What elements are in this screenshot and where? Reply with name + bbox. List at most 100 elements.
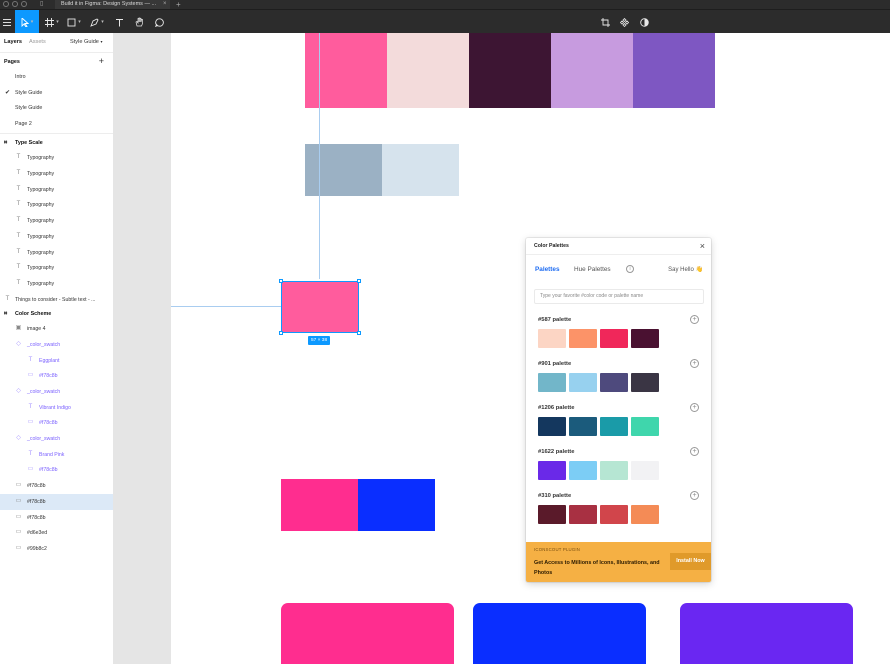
type-scale-layer[interactable]: ⌗ Type Scale	[0, 136, 113, 150]
hand-tool-button[interactable]	[132, 10, 146, 34]
tab-palettes[interactable]: Palettes	[535, 266, 560, 273]
palette-color-swatch[interactable]	[600, 417, 628, 436]
text-tool-button[interactable]	[112, 10, 126, 34]
palette-color-swatch[interactable]	[569, 329, 597, 348]
palette-color-swatch[interactable]	[569, 417, 597, 436]
tab-assets[interactable]: Assets	[29, 39, 46, 45]
minimize-window-icon[interactable]	[12, 1, 18, 7]
add-palette-icon[interactable]: +	[690, 491, 699, 500]
swatch-lavender[interactable]	[551, 33, 633, 108]
palette-color-swatch[interactable]	[569, 505, 597, 524]
add-palette-icon[interactable]: +	[690, 315, 699, 324]
layer-row[interactable]: ◇ _color_swatch	[0, 384, 113, 400]
palette-color-swatch[interactable]	[600, 373, 628, 392]
palette-card[interactable]: #1206 palette +	[534, 403, 704, 439]
palette-card[interactable]: #587 palette +	[534, 315, 704, 351]
resize-handle-ne[interactable]	[357, 279, 361, 283]
swatch-blue[interactable]	[358, 479, 435, 531]
layer-row[interactable]: ▭ #99b8c2	[0, 541, 113, 557]
say-hello-link[interactable]: Say Hello 👋	[668, 266, 703, 273]
new-tab-icon[interactable]: +	[176, 0, 181, 9]
layer-row[interactable]: T Typography	[0, 245, 113, 261]
comment-tool-button[interactable]	[152, 10, 166, 34]
page-dropdown[interactable]: Style Guide ▾	[70, 39, 103, 45]
contrast-icon[interactable]	[637, 10, 651, 34]
layer-row[interactable]: T Typography	[0, 213, 113, 229]
resize-handle-se[interactable]	[357, 331, 361, 335]
palette-color-swatch[interactable]	[631, 461, 659, 480]
palette-search-input[interactable]: Type your favorite #color code or palett…	[534, 289, 704, 304]
layer-row[interactable]: T Typography	[0, 229, 113, 245]
add-palette-icon[interactable]: +	[690, 403, 699, 412]
info-icon[interactable]: i	[626, 265, 634, 273]
palette-color-swatch[interactable]	[631, 329, 659, 348]
layer-row[interactable]: T Eggplant	[0, 353, 113, 369]
palette-color-swatch[interactable]	[600, 505, 628, 524]
add-palette-icon[interactable]: +	[690, 447, 699, 456]
layer-row[interactable]: T Brand Pink	[0, 447, 113, 463]
tab-close-icon[interactable]: ×	[163, 0, 167, 9]
swatch-pink[interactable]	[305, 33, 387, 108]
palette-color-swatch[interactable]	[631, 373, 659, 392]
page-item[interactable]: Intro	[0, 69, 113, 85]
layer-row[interactable]: ▭ #d6e3ed	[0, 525, 113, 541]
page-item[interactable]: Page 2	[0, 116, 113, 132]
layer-row[interactable]: ◇ _color_swatch	[0, 431, 113, 447]
palette-card[interactable]: #310 palette +	[534, 491, 704, 527]
canvas[interactable]: 57 × 38 Color Palettes × Palettes Hue Pa…	[114, 33, 890, 664]
selected-rectangle[interactable]	[279, 279, 361, 335]
palette-color-swatch[interactable]	[600, 461, 628, 480]
palette-color-swatch[interactable]	[538, 461, 566, 480]
layer-row[interactable]: ▭ #f78c8b	[0, 510, 113, 526]
shape-tool-button[interactable]: ▾	[65, 10, 83, 34]
layer-row[interactable]: ▭ #f78c8b	[0, 493, 113, 510]
move-tool-button[interactable]: ▾	[15, 10, 39, 34]
palette-color-swatch[interactable]	[538, 373, 566, 392]
crop-icon[interactable]	[598, 10, 612, 34]
color-scheme-layer[interactable]: ⌗ Color Scheme	[0, 307, 113, 321]
layer-row[interactable]: T Typography	[0, 197, 113, 213]
card-blue[interactable]	[473, 603, 646, 664]
layer-row[interactable]: ▭ #f78c8b	[0, 368, 113, 384]
swatch-pale-blue[interactable]	[382, 144, 459, 196]
tab-layers[interactable]: Layers	[4, 39, 22, 45]
palette-card[interactable]: #1622 palette +	[534, 447, 704, 483]
layer-row[interactable]: T Vibrant Indigo	[0, 400, 113, 416]
resize-handle-sw[interactable]	[279, 331, 283, 335]
layer-row[interactable]: T Typography	[0, 260, 113, 276]
maximize-window-icon[interactable]	[21, 1, 27, 7]
swatch-blush[interactable]	[387, 33, 469, 108]
layer-row[interactable]: ▭ #f78c8b	[0, 462, 113, 478]
layer-row[interactable]: ▭ #f78c8b	[0, 415, 113, 431]
frame-tool-button[interactable]: ▾	[43, 10, 61, 34]
layer-row[interactable]: T Typography	[0, 182, 113, 198]
document-tab[interactable]: Build it in Figma: Design Systems — ...	[55, 0, 170, 9]
swatch-slate[interactable]	[305, 144, 382, 196]
component-icon[interactable]	[617, 10, 631, 34]
layer-row[interactable]: T Typography	[0, 150, 113, 166]
card-hot-pink[interactable]	[281, 603, 454, 664]
page-item[interactable]: Style Guide	[0, 100, 113, 116]
palette-color-swatch[interactable]	[538, 329, 566, 348]
close-window-icon[interactable]	[3, 1, 9, 7]
palette-color-swatch[interactable]	[569, 373, 597, 392]
swatch-hot-pink[interactable]	[281, 479, 358, 531]
layer-row[interactable]: T Typography	[0, 276, 113, 292]
layer-row[interactable]: T Typography	[0, 166, 113, 182]
palette-card[interactable]: #901 palette +	[534, 359, 704, 395]
pen-tool-button[interactable]: ▾	[88, 10, 106, 34]
add-palette-icon[interactable]: +	[690, 359, 699, 368]
palette-color-swatch[interactable]	[569, 461, 597, 480]
palette-color-swatch[interactable]	[631, 417, 659, 436]
hamburger-icon[interactable]	[0, 10, 14, 34]
add-page-icon[interactable]: +	[99, 56, 104, 66]
things-layer[interactable]: T Things to consider - Subtle text - ...	[0, 292, 113, 308]
install-now-button[interactable]: Install Now	[670, 553, 711, 570]
close-icon[interactable]: ×	[700, 240, 705, 252]
palette-color-swatch[interactable]	[538, 417, 566, 436]
layer-row[interactable]: ▣ image 4	[0, 321, 113, 337]
layer-row[interactable]: ▭ #f78c8b	[0, 478, 113, 494]
palette-color-swatch[interactable]	[631, 505, 659, 524]
swatch-purple[interactable]	[633, 33, 715, 108]
tab-hue-palettes[interactable]: Hue Palettes	[574, 266, 611, 273]
